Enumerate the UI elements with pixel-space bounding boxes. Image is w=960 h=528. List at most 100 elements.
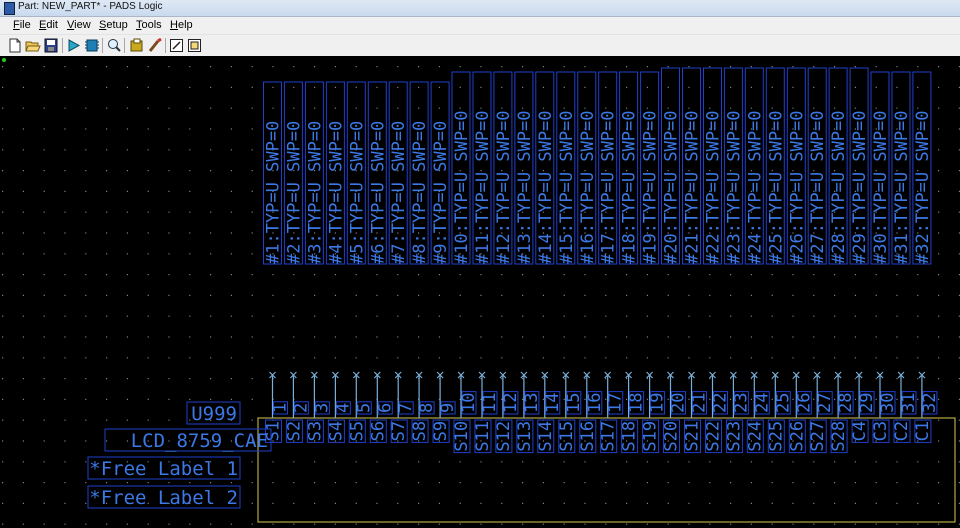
pin-name[interactable]: S23 (724, 421, 744, 452)
pin-number[interactable]: 1 (271, 403, 291, 413)
pin-number[interactable]: 26 (794, 393, 814, 413)
part-type-label[interactable]: LCD_8759_CAE (131, 430, 268, 452)
pin-attribute-text[interactable]: #32:TYP=U SWP=0 (913, 110, 933, 264)
pin-icon[interactable] (84, 38, 100, 53)
pin-attribute-text[interactable]: #15:TYP=U SWP=0 (557, 110, 577, 264)
pin-number[interactable]: 11 (480, 393, 500, 413)
pin-number[interactable]: 15 (564, 393, 584, 413)
pin-number[interactable]: 23 (731, 393, 751, 413)
pin-attribute-text[interactable]: #14:TYP=U SWP=0 (536, 110, 556, 264)
pin-attribute-text[interactable]: #26:TYP=U SWP=0 (787, 110, 807, 264)
edit-graphics-icon[interactable] (169, 38, 185, 53)
pin-number[interactable]: 25 (773, 393, 793, 413)
open-folder-icon[interactable] (25, 38, 41, 53)
pin-attribute-text[interactable]: #12:TYP=U SWP=0 (494, 110, 514, 264)
pin-attribute-text[interactable]: #8:TYP=U SWP=0 (410, 121, 430, 264)
pin-attribute-text[interactable]: #7:TYP=U SWP=0 (389, 121, 409, 264)
pin-attribute-text[interactable]: #21:TYP=U SWP=0 (683, 110, 703, 264)
pin-name[interactable]: C4 (850, 421, 870, 441)
menu-file[interactable]: File (13, 19, 31, 31)
pin-attribute-text[interactable]: #23:TYP=U SWP=0 (724, 110, 744, 264)
pin-attribute-text[interactable]: #16:TYP=U SWP=0 (578, 110, 598, 264)
pin-number[interactable]: 2 (291, 403, 311, 413)
pin-attribute-text[interactable]: #5:TYP=U SWP=0 (347, 121, 367, 264)
pin-attribute-text[interactable]: #18:TYP=U SWP=0 (620, 110, 640, 264)
pin-attribute-text[interactable]: #2:TYP=U SWP=0 (284, 121, 304, 264)
pin-name[interactable]: S4 (326, 421, 346, 441)
pin-attribute-text[interactable]: #3:TYP=U SWP=0 (305, 121, 325, 264)
pin-name[interactable]: S7 (389, 421, 409, 441)
pin-attribute-text[interactable]: #20:TYP=U SWP=0 (662, 110, 682, 264)
pin-name[interactable]: S18 (620, 421, 640, 452)
pin-attribute-text[interactable]: #4:TYP=U SWP=0 (326, 121, 346, 264)
pin-name[interactable]: C2 (892, 421, 912, 441)
pin-number[interactable]: 21 (690, 393, 710, 413)
pin-number[interactable]: 30 (878, 393, 898, 413)
pin-attribute-text[interactable]: #31:TYP=U SWP=0 (892, 110, 912, 264)
pin-number[interactable]: 16 (585, 393, 605, 413)
pin-name[interactable]: S11 (473, 421, 493, 452)
pin-number[interactable]: 20 (669, 393, 689, 413)
zoom-icon[interactable] (106, 38, 122, 53)
pin-number[interactable]: 27 (815, 393, 835, 413)
new-file-icon[interactable] (7, 38, 23, 53)
pin-attribute-text[interactable]: #11:TYP=U SWP=0 (473, 110, 493, 264)
menu-setup[interactable]: Setup (99, 19, 128, 31)
pin-name[interactable]: S28 (829, 421, 849, 452)
part-editor-icon[interactable] (187, 38, 203, 53)
pin-attribute-text[interactable]: #19:TYP=U SWP=0 (641, 110, 661, 264)
menu-edit[interactable]: Edit (39, 19, 58, 31)
pin-name[interactable]: S20 (662, 421, 682, 452)
pin-number[interactable]: 32 (920, 393, 940, 413)
pin-number[interactable]: 18 (627, 393, 647, 413)
pin-name[interactable]: S17 (599, 421, 619, 452)
pin-attribute-text[interactable]: #10:TYP=U SWP=0 (452, 110, 472, 264)
pin-number[interactable]: 5 (354, 403, 374, 413)
save-icon[interactable] (43, 38, 59, 53)
pin-name[interactable]: S10 (452, 421, 472, 452)
pin-name[interactable]: S13 (515, 421, 535, 452)
pin-number[interactable]: 17 (606, 393, 626, 413)
pin-name[interactable]: S9 (431, 421, 451, 441)
pin-number[interactable]: 7 (396, 403, 416, 413)
pin-attribute-text[interactable]: #25:TYP=U SWP=0 (766, 110, 786, 264)
menu-tools[interactable]: Tools (136, 19, 162, 31)
pin-number[interactable]: 31 (899, 393, 919, 413)
pin-name[interactable]: S22 (704, 421, 724, 452)
pin-name[interactable]: S2 (284, 421, 304, 441)
pin-number[interactable]: 28 (836, 393, 856, 413)
pin-name[interactable]: S3 (305, 421, 325, 441)
pin-attribute-text[interactable]: #9:TYP=U SWP=0 (431, 121, 451, 264)
pin-name[interactable]: S24 (745, 421, 765, 452)
pin-name[interactable]: S12 (494, 421, 514, 452)
properties-icon[interactable] (147, 37, 163, 53)
menu-help[interactable]: Help (170, 19, 193, 31)
menu-view[interactable]: View (67, 19, 91, 31)
pin-name[interactable]: S16 (578, 421, 598, 452)
pin-number[interactable]: 14 (543, 393, 563, 413)
attribute-icon[interactable] (129, 38, 145, 53)
pin-number[interactable]: 8 (417, 403, 437, 413)
pin-attribute-text[interactable]: #22:TYP=U SWP=0 (704, 110, 724, 264)
pin-number[interactable]: 12 (501, 393, 521, 413)
pin-number[interactable]: 19 (648, 393, 668, 413)
pin-name[interactable]: S14 (536, 421, 556, 452)
pin-name[interactable]: S21 (683, 421, 703, 452)
design-canvas[interactable]: #1:TYP=U SWP=0 #2:TYP=U SWP=0 #3:TYP=U SWP… (0, 56, 960, 528)
pin-attribute-text[interactable]: #1:TYP=U SWP=0 (264, 121, 284, 264)
pin-attribute-text[interactable]: #27:TYP=U SWP=0 (808, 110, 828, 264)
free-label-2[interactable]: *Free Label 2 (89, 487, 238, 509)
pin-number[interactable]: 6 (375, 403, 395, 413)
pin-name[interactable]: S15 (557, 421, 577, 452)
pin-attribute-text[interactable]: #17:TYP=U SWP=0 (599, 110, 619, 264)
pin-name[interactable]: C1 (913, 421, 933, 441)
pin-number[interactable]: 10 (459, 393, 479, 413)
pin-number[interactable]: 9 (438, 403, 458, 413)
free-label-1[interactable]: *Free Label 1 (89, 458, 238, 480)
gate-icon[interactable] (66, 38, 82, 53)
pin-number[interactable]: 3 (312, 403, 332, 413)
pin-name[interactable]: S27 (808, 421, 828, 452)
pin-attribute-text[interactable]: #24:TYP=U SWP=0 (745, 110, 765, 264)
pin-name[interactable]: S8 (410, 421, 430, 441)
pin-number[interactable]: 13 (522, 393, 542, 413)
